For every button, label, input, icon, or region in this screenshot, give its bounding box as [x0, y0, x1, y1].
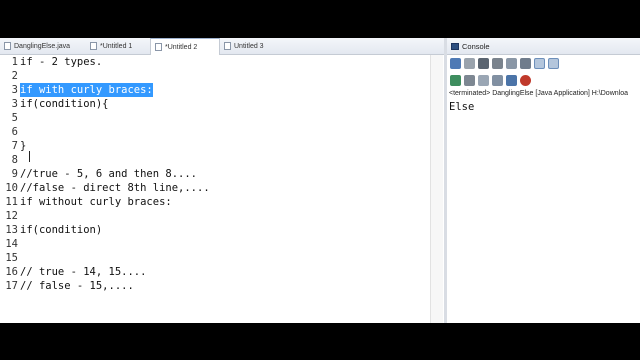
- line-number: 13: [5, 224, 18, 236]
- line-number: 7: [11, 140, 18, 152]
- line-number: 16: [5, 266, 18, 278]
- tab-label: Untitled 3: [234, 42, 264, 50]
- selected-line-text: if with curly braces:: [20, 83, 153, 97]
- tab-label: DanglingElse.java: [14, 42, 71, 50]
- file-icon: [224, 42, 231, 50]
- remove-launch-icon[interactable]: [492, 57, 503, 69]
- line-number: 3: [11, 84, 18, 96]
- line-number: 6: [11, 126, 18, 138]
- line-number: 15: [5, 252, 18, 264]
- file-icon: [155, 43, 162, 51]
- code-line: 6: [0, 125, 430, 139]
- java-file-icon: [4, 42, 11, 50]
- code-line: 10 //false - direct 8th line,....: [0, 181, 430, 195]
- clear-console-icon[interactable]: [464, 57, 475, 69]
- code-line: 14: [0, 237, 430, 251]
- tab-untitled-3[interactable]: Untitled 3: [220, 38, 284, 54]
- editor-pane: DanglingElse.java *Untitled 1 *Untitled …: [0, 38, 444, 323]
- display-selected-icon[interactable]: [534, 57, 545, 69]
- text-caret: [29, 151, 30, 162]
- code-line: 16 // true - 14, 15....: [0, 265, 430, 279]
- code-line: 8: [0, 153, 430, 167]
- file-icon: [90, 42, 97, 50]
- code-line: 1 if - 2 types.: [0, 55, 430, 69]
- code-line: 12: [0, 209, 430, 223]
- line-number: 8: [11, 154, 18, 166]
- line-text: }: [20, 140, 27, 152]
- code-line: 13 if(condition): [0, 223, 430, 237]
- code-editor[interactable]: 1 if - 2 types. 2 3 if with curly braces…: [0, 55, 430, 323]
- line-text: if(condition){: [20, 98, 109, 110]
- ide-window: DanglingElse.java *Untitled 1 *Untitled …: [0, 38, 640, 323]
- line-number: 9: [11, 168, 18, 180]
- editor-scrollbar[interactable]: [430, 55, 443, 323]
- tab-label: *Untitled 1: [100, 42, 133, 50]
- code-line: 3 if(condition){: [0, 97, 430, 111]
- tab-console[interactable]: Console: [447, 38, 494, 54]
- code-line: 7 }: [0, 139, 430, 153]
- scroll-lock-icon[interactable]: [506, 57, 517, 69]
- line-number: 12: [5, 210, 18, 222]
- line-number: 2: [11, 70, 18, 82]
- line-text: if without curly braces:: [20, 196, 172, 208]
- line-number: 5: [11, 112, 18, 124]
- console-pane: Console <terminated> DanglingElse [Java …: [447, 38, 640, 323]
- copy-icon[interactable]: [506, 74, 517, 86]
- dropdown-icon[interactable]: [464, 74, 475, 86]
- line-text: // false - 15,....: [20, 280, 134, 292]
- tab-untitled-2[interactable]: *Untitled 2: [150, 38, 220, 55]
- line-text: if(condition): [20, 224, 103, 236]
- code-line: 2: [0, 69, 430, 83]
- code-line: 3 if with curly braces:: [0, 83, 430, 97]
- console-output: Else: [449, 101, 475, 113]
- line-text: //false - direct 8th line,....: [20, 182, 210, 194]
- debug-icon[interactable]: [520, 74, 531, 86]
- word-wrap-icon[interactable]: [520, 57, 531, 69]
- tab-dangling-else[interactable]: DanglingElse.java: [0, 38, 84, 54]
- terminate-icon[interactable]: [478, 57, 489, 69]
- line-text: if - 2 types.: [20, 56, 103, 68]
- line-number: 1: [11, 56, 18, 68]
- new-console-icon[interactable]: [450, 74, 461, 86]
- code-line: 9 //true - 5, 6 and then 8....: [0, 167, 430, 181]
- console-status: <terminated> DanglingElse [Java Applicat…: [449, 90, 628, 97]
- line-text: // true - 14, 15....: [20, 266, 147, 278]
- line-number: 14: [5, 238, 18, 250]
- maximize-icon[interactable]: [478, 74, 489, 86]
- line-number: 10: [5, 182, 18, 194]
- console-toolbar: [447, 55, 640, 71]
- open-console-icon[interactable]: [548, 57, 559, 69]
- line-text: //true - 5, 6 and then 8....: [20, 168, 198, 180]
- console-toolbar-secondary: [447, 72, 640, 88]
- minimize-icon[interactable]: [492, 74, 503, 86]
- editor-tab-bar: DanglingElse.java *Untitled 1 *Untitled …: [0, 38, 444, 55]
- code-line: 5: [0, 111, 430, 125]
- console-tab-label: Console: [462, 41, 490, 51]
- tab-untitled-1[interactable]: *Untitled 1: [86, 38, 150, 54]
- line-number: 3: [11, 98, 18, 110]
- tab-label: *Untitled 2: [165, 43, 198, 51]
- console-icon: [451, 42, 459, 50]
- code-line: 11 if without curly braces:: [0, 195, 430, 209]
- code-line: 17 // false - 15,....: [0, 279, 430, 293]
- line-number: 11: [5, 196, 18, 208]
- line-number: 17: [5, 280, 18, 292]
- code-line: 15: [0, 251, 430, 265]
- console-tab-bar: Console: [447, 38, 640, 55]
- pin-icon[interactable]: [450, 57, 461, 69]
